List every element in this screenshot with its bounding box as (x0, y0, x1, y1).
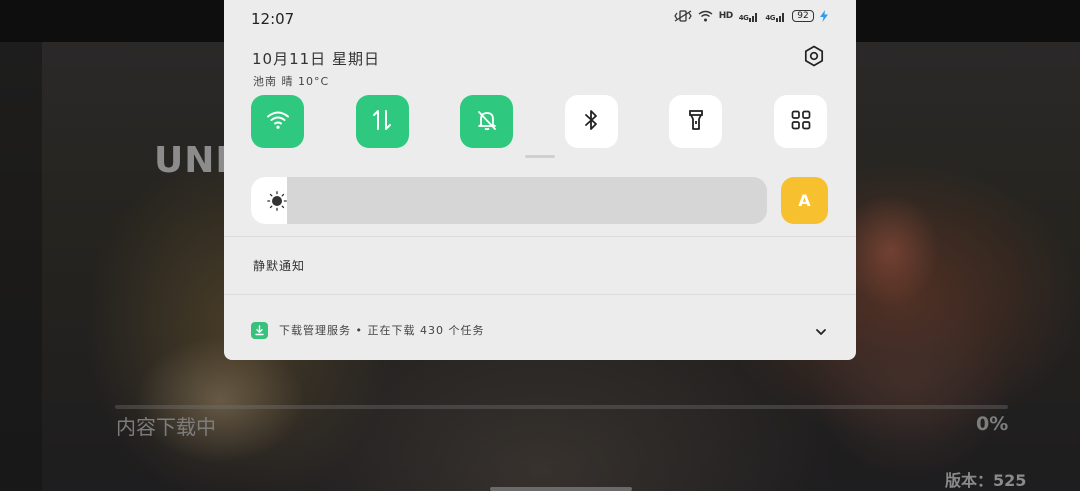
bolt-icon (820, 10, 828, 22)
home-indicator[interactable] (490, 487, 632, 491)
notification-text: 下载管理服务 • 正在下载 430 个任务 (279, 324, 485, 337)
wifi-status-icon (698, 10, 713, 22)
section-divider (224, 294, 856, 295)
hd-label: HD (718, 11, 734, 21)
flashlight-toggle[interactable] (669, 95, 723, 148)
download-icon (251, 321, 268, 339)
wifi-toggle[interactable] (251, 95, 304, 148)
silent-notifications-label: 静默通知 (253, 259, 306, 273)
vibrate-icon (674, 10, 692, 22)
download-notification[interactable]: 下载管理服务 • 正在下载 430 个任务 (251, 320, 829, 340)
shade-drag-handle[interactable] (525, 155, 555, 158)
bluetooth-toggle[interactable] (564, 95, 618, 148)
gear-icon (803, 45, 825, 71)
wifi-icon (266, 110, 290, 134)
loading-label: 内容下载中 (116, 415, 216, 439)
date-label: 10月11日 星期日 (252, 50, 380, 68)
grid-icon (791, 110, 811, 134)
status-time: 12:07 (251, 10, 295, 28)
auto-brightness-button[interactable]: A (781, 177, 828, 224)
bell-off-icon (476, 109, 498, 135)
weather-label: 池南 晴 10°C (253, 75, 330, 88)
mobile-data-toggle[interactable] (355, 95, 409, 148)
network-label-2: 4G (765, 13, 775, 22)
signal-icon-2: 4G (765, 11, 786, 22)
left-shade (0, 42, 42, 491)
data-arrows-icon (371, 109, 393, 135)
silent-mode-toggle[interactable] (460, 95, 514, 148)
network-label-1: 4G (738, 13, 749, 22)
settings-button[interactable] (801, 45, 827, 71)
more-tiles-button[interactable] (774, 95, 827, 148)
sun-icon (267, 191, 287, 215)
loading-percent: 0% (976, 413, 1009, 435)
chevron-down-icon (815, 321, 827, 340)
expand-notification-button[interactable] (813, 322, 829, 338)
download-progress-bar (115, 405, 1008, 409)
bluetooth-icon (583, 109, 599, 135)
quick-settings-tiles (251, 95, 827, 148)
flashlight-icon (688, 109, 704, 135)
battery-icon: 92 (792, 10, 814, 22)
brightness-slider[interactable] (251, 177, 767, 224)
notification-shade: 12:07 HD 4G 4G 92 10月11日 星期日 池南 晴 10°C A… (224, 0, 856, 360)
signal-icon-1: 4G (739, 11, 760, 22)
status-icons: HD 4G 4G 92 (674, 10, 828, 22)
version-label: 版本：525 (945, 471, 1027, 490)
section-divider (224, 236, 856, 237)
